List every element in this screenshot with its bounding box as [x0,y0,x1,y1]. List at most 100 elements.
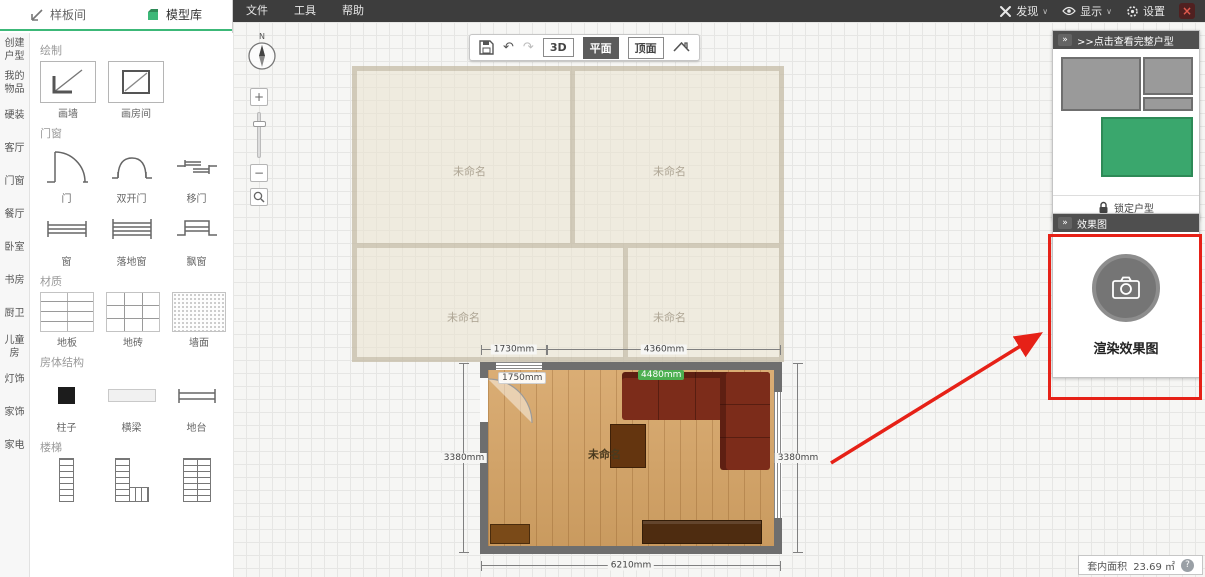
dimension-left: 3380mm [463,363,464,553]
help-icon[interactable]: ? [1181,559,1194,572]
platform-label: 地台 [187,419,207,434]
rail-item-appliances[interactable]: 家电 [0,429,29,462]
discover-menu[interactable]: 发现 ∨ [999,3,1048,19]
collapse-icon[interactable]: » [1058,217,1072,229]
rail-item-create[interactable]: 创建户型 [0,33,29,66]
redo-button[interactable]: ↷ [523,40,534,55]
tab-sample-rooms[interactable]: 样板间 [0,0,116,29]
section-structure: 房体结构 [40,354,223,370]
section-doors-windows: 门窗 [40,125,223,141]
top-window[interactable] [496,362,542,370]
display-menu[interactable]: 显示 ∨ [1062,3,1112,19]
rail-item-lighting[interactable]: 灯饰 [0,363,29,396]
tv-cabinet[interactable] [642,520,762,544]
zoom-slider[interactable] [257,112,261,158]
item-floor-tile[interactable]: 地砖 [106,292,160,349]
door-swing-arc [488,378,534,424]
draw-room-icon [108,61,164,103]
view-3d-button[interactable]: 3D [543,38,574,57]
dimension-bottom: 6210mm [481,565,781,566]
side-cabinet[interactable] [490,524,530,544]
bay-window-icon [175,207,219,251]
floor-tile-label: 地砖 [123,334,143,349]
sofa-chaise[interactable] [720,372,770,470]
zoom-fit-button[interactable] [250,188,268,206]
item-column[interactable]: 柱子 [40,373,93,434]
save-button[interactable] [479,40,494,55]
item-l-stair[interactable] [105,458,158,502]
rail-item-dining-room[interactable]: 餐厅 [0,198,29,231]
chevron-down-icon: ∨ [1042,7,1048,16]
inner-dimension-label[interactable]: 1750mm [498,372,546,384]
cube-icon [146,8,160,22]
roof-button[interactable] [673,41,690,55]
dimension-left-label: 3380mm [441,453,487,463]
floorplan-minimap[interactable] [1059,55,1193,189]
item-window[interactable]: 窗 [40,207,93,268]
rail-item-bedroom[interactable]: 卧室 [0,231,29,264]
item-platform[interactable]: 地台 [170,373,223,434]
rail-item-study[interactable]: 书房 [0,264,29,297]
item-french-window[interactable]: 落地窗 [105,207,158,268]
faded-room-label: 未命名 [653,163,686,179]
collapse-icon[interactable]: » [1058,34,1072,46]
rail-item-my-items[interactable]: 我的物品 [0,66,29,99]
door-label: 门 [62,190,72,205]
tool-draw-wall[interactable]: 画墙 [40,61,96,120]
rail-item-home-decor[interactable]: 家饰 [0,396,29,429]
minimap-room-active[interactable] [1101,117,1193,177]
close-icon[interactable]: × [1179,3,1195,19]
sliding-door-label: 移门 [187,190,207,205]
undo-button[interactable]: ↶ [503,40,514,55]
settings-menu[interactable]: 设置 [1126,3,1165,19]
item-u-stair[interactable] [170,458,223,502]
item-wall-surface[interactable]: 墙面 [172,292,226,349]
faded-room-label: 未命名 [453,163,486,179]
overview-title[interactable]: >>点击查看完整户型 [1077,33,1174,48]
door[interactable] [480,378,488,422]
item-bay-window[interactable]: 飘窗 [170,207,223,268]
discover-label: 发现 [1016,3,1038,19]
sofa-dimension-label[interactable]: 4480mm [638,370,684,380]
render-button-label[interactable]: 渲染效果图 [1093,338,1158,357]
menu-file[interactable]: 文件 [233,0,281,22]
save-icon [479,40,494,55]
menu-tools[interactable]: 工具 [281,0,329,22]
tab-library-label: 模型库 [166,6,202,23]
section-draw: 绘制 [40,42,223,58]
u-stair-icon [183,458,211,502]
item-sliding-door[interactable]: 移门 [170,144,223,205]
windows-row: 窗 落地窗 飘窗 [40,207,223,268]
menubar-right: 发现 ∨ 显示 ∨ 设置 × [999,3,1205,19]
main-room[interactable]: 未命名 1750mm 4480mm [480,362,782,554]
zoom-in-button[interactable]: + [250,88,268,106]
rail-item-hard-decor[interactable]: 硬装 [0,99,29,132]
render-camera-button[interactable] [1092,254,1160,322]
platform-icon [175,373,219,417]
compass[interactable]: N [247,32,277,71]
rail-item-doors-windows[interactable]: 门窗 [0,165,29,198]
item-double-door[interactable]: 双开门 [105,144,158,205]
section-stairs: 楼梯 [40,439,223,455]
item-floorboard[interactable]: 地板 [40,292,94,349]
faded-wall [570,71,575,243]
minimap-room[interactable] [1143,57,1193,95]
view-ceiling-button[interactable]: 顶面 [628,37,664,59]
minimap-room[interactable] [1143,97,1193,111]
minimap-room[interactable] [1061,57,1141,111]
item-door[interactable]: 门 [40,144,93,205]
rail-item-kids-room[interactable]: 儿童房 [0,330,29,363]
zoom-out-button[interactable]: − [250,164,268,182]
area-value: 23.69 ㎡ [1133,558,1175,573]
dimension-top-right-label: 4360mm [641,345,687,355]
zoom-slider-handle[interactable] [253,121,266,127]
overview-header: » >>点击查看完整户型 [1053,31,1199,49]
tool-draw-room[interactable]: 画房间 [108,61,164,120]
item-straight-stair[interactable] [40,458,93,502]
menu-help[interactable]: 帮助 [329,0,377,22]
item-beam[interactable]: 横梁 [105,373,158,434]
rail-item-kitchen-bath[interactable]: 厨卫 [0,297,29,330]
tab-model-library[interactable]: 模型库 [116,0,232,29]
view-plan-button[interactable]: 平面 [583,37,619,59]
rail-item-living-room[interactable]: 客厅 [0,132,29,165]
